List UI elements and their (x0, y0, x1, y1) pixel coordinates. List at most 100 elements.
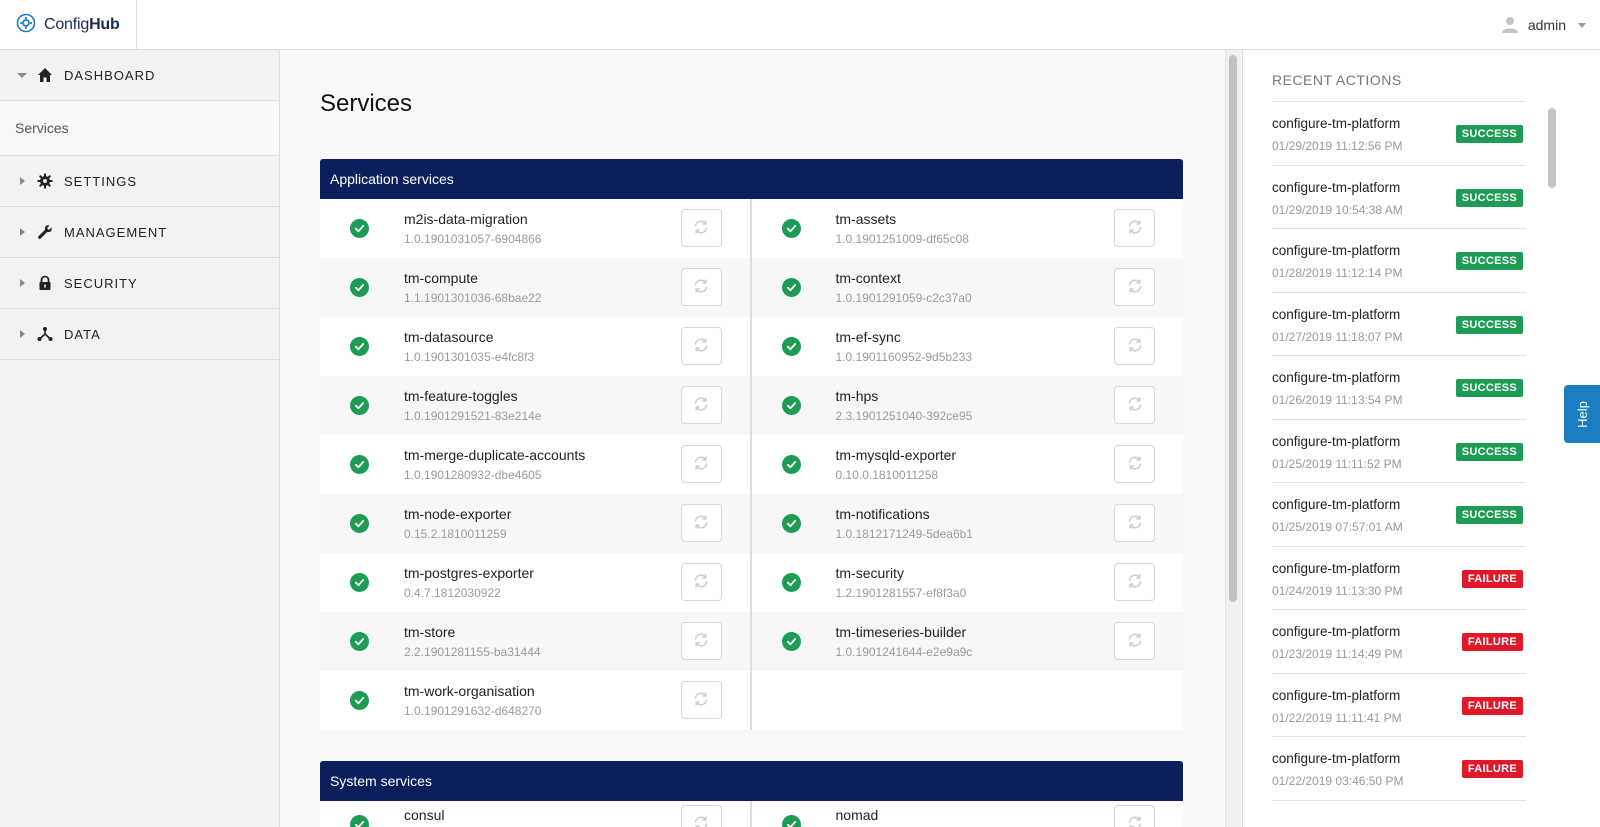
refresh-icon (692, 277, 710, 298)
recent-action-item[interactable]: configure-tm-platform 01/24/2019 11:13:30… (1272, 547, 1526, 610)
recent-action-item[interactable]: configure-tm-platform 01/26/2019 11:13:54… (1272, 356, 1526, 420)
service-row: tm-postgres-exporter 0.4.7.1812030922 (320, 553, 750, 612)
refresh-button[interactable] (1114, 563, 1155, 601)
action-timestamp: 01/28/2019 11:12:14 PM (1272, 266, 1403, 280)
refresh-button[interactable] (680, 504, 722, 542)
refresh-button[interactable] (1114, 805, 1155, 827)
service-name: tm-context (835, 270, 901, 286)
user-menu[interactable]: admin (1500, 0, 1586, 50)
check-circle-icon (781, 455, 801, 474)
refresh-icon (1126, 218, 1144, 239)
service-name: tm-ef-sync (835, 329, 901, 345)
refresh-button[interactable] (680, 445, 722, 483)
status-badge: SUCCESS (1455, 188, 1523, 207)
help-button[interactable]: Help (1564, 385, 1600, 443)
service-name: m2is-data-migration (404, 211, 528, 227)
recent-action-item[interactable]: configure-tm-platform 01/29/2019 11:12:56… (1272, 102, 1526, 166)
service-row: tm-store 2.2.1901281155-ba31444 (320, 612, 750, 671)
recent-action-item[interactable]: configure-tm-platform 01/28/2019 11:12:14… (1272, 229, 1526, 293)
sidebar-item-dashboard[interactable]: DASHBOARD (0, 50, 279, 101)
service-version: 0.10.0.1810011258 (835, 468, 939, 482)
service-row: tm-assets 1.0.1901251009-df65c08 (752, 199, 1184, 258)
refresh-icon (692, 395, 710, 416)
chevron-right-icon (16, 330, 28, 338)
check-circle-icon (781, 396, 801, 415)
service-version: 1.0.1812171249-5dea6b1 (835, 527, 973, 541)
refresh-icon (1126, 454, 1144, 475)
check-circle-icon (350, 278, 369, 297)
check-circle-icon (350, 219, 369, 238)
recent-actions-scrollbar[interactable] (1548, 104, 1556, 824)
recent-action-item[interactable]: configure-tm-platform 01/23/2019 11:14:49… (1272, 610, 1526, 674)
help-label: Help (1574, 400, 1590, 428)
refresh-button[interactable] (1114, 327, 1155, 365)
action-timestamp: 01/22/2019 03:46:50 PM (1272, 774, 1404, 788)
service-row (752, 671, 1184, 730)
scrollbar-thumb[interactable] (1548, 108, 1556, 188)
refresh-button[interactable] (680, 805, 722, 827)
recent-action-item[interactable]: configure-tm-platform 01/22/2019 03:46:50… (1272, 737, 1526, 801)
refresh-button[interactable] (1114, 268, 1155, 306)
main-scrollbar[interactable] (1225, 50, 1241, 827)
status-badge: FAILURE (1461, 569, 1523, 588)
action-name: configure-tm-platform (1272, 624, 1401, 639)
service-row: tm-merge-duplicate-accounts 1.0.190128093… (320, 435, 750, 494)
service-row: tm-work-organisation 1.0.1901291632-d6482… (320, 671, 750, 730)
sidebar-item-services[interactable]: Services (0, 101, 279, 156)
service-name: tm-timeseries-builder (835, 624, 967, 640)
check-circle-icon (781, 337, 801, 356)
status-badge: SUCCESS (1455, 379, 1523, 397)
refresh-icon (692, 814, 710, 827)
refresh-button[interactable] (1114, 209, 1155, 247)
action-name: configure-tm-platform (1272, 243, 1401, 258)
refresh-button[interactable] (1114, 622, 1155, 660)
recent-action-item[interactable]: configure-tm-platform 01/25/2019 11:11:52… (1272, 420, 1526, 483)
refresh-button[interactable] (680, 622, 722, 660)
services-column-right: tm-assets 1.0.1901251009-df65c08 tm-contex… (751, 199, 1184, 730)
status-badge: SUCCESS (1455, 252, 1523, 270)
recent-action-item[interactable]: configure-tm-platform 01/22/2019 11:11:41… (1272, 674, 1526, 737)
status-badge: SUCCESS (1455, 125, 1523, 143)
refresh-button[interactable] (1114, 445, 1155, 483)
refresh-button[interactable] (1114, 386, 1155, 424)
refresh-button[interactable] (680, 268, 722, 306)
recent-action-item[interactable]: configure-tm-platform 01/29/2019 10:54:38… (1272, 166, 1526, 229)
refresh-icon (692, 631, 710, 652)
action-timestamp: 01/29/2019 10:54:38 AM (1272, 202, 1403, 217)
check-circle-icon (350, 632, 369, 651)
refresh-button[interactable] (680, 681, 722, 719)
refresh-icon (692, 336, 710, 357)
chevron-right-icon (16, 228, 28, 236)
service-name: tm-notifications (835, 506, 930, 522)
scrollbar-thumb[interactable] (1229, 55, 1237, 602)
check-circle-icon (350, 691, 369, 710)
service-row: tm-mysqld-exporter 0.10.0.1810011258 (752, 435, 1184, 494)
gear-icon (16, 13, 36, 38)
main-content: Services Application services m2is-data-… (281, 50, 1224, 827)
refresh-button[interactable] (680, 563, 722, 601)
refresh-button[interactable] (1114, 504, 1155, 542)
chevron-down-icon (1578, 22, 1586, 28)
check-circle-icon (781, 219, 801, 238)
refresh-button[interactable] (680, 209, 722, 247)
sidebar-item-security[interactable]: SECURITY (0, 258, 279, 309)
brand-logo[interactable]: ConfigHub (0, 0, 137, 50)
chevron-down-icon (16, 72, 28, 78)
recent-action-item[interactable]: configure-tm-platform 01/27/2019 11:18:07… (1272, 293, 1526, 356)
recent-action-item[interactable]: configure-tm-platform 01/25/2019 07:57:01… (1272, 483, 1526, 547)
sidebar-item-settings[interactable]: SETTINGS (0, 156, 279, 207)
refresh-button[interactable] (680, 386, 722, 424)
user-icon (1500, 14, 1520, 37)
action-name: configure-tm-platform (1272, 116, 1401, 131)
chevron-right-icon (16, 279, 28, 287)
service-row: tm-timeseries-builder 1.0.1901241644-e2e9… (751, 612, 1183, 671)
action-timestamp: 01/24/2019 11:13:30 PM (1272, 583, 1403, 598)
service-version: 1.0.1901291059-c2c37a0 (835, 291, 972, 305)
service-name: tm-datasource (404, 329, 494, 345)
sidebar-item-data[interactable]: DATA (0, 309, 279, 360)
service-version: 1.0.1901280932-dbe4605 (404, 468, 542, 482)
refresh-button[interactable] (680, 327, 722, 365)
check-circle-icon (350, 337, 369, 356)
sidebar-item-management[interactable]: MANAGEMENT (0, 207, 279, 258)
service-version: 1.0.1901251009-df65c08 (835, 232, 969, 246)
